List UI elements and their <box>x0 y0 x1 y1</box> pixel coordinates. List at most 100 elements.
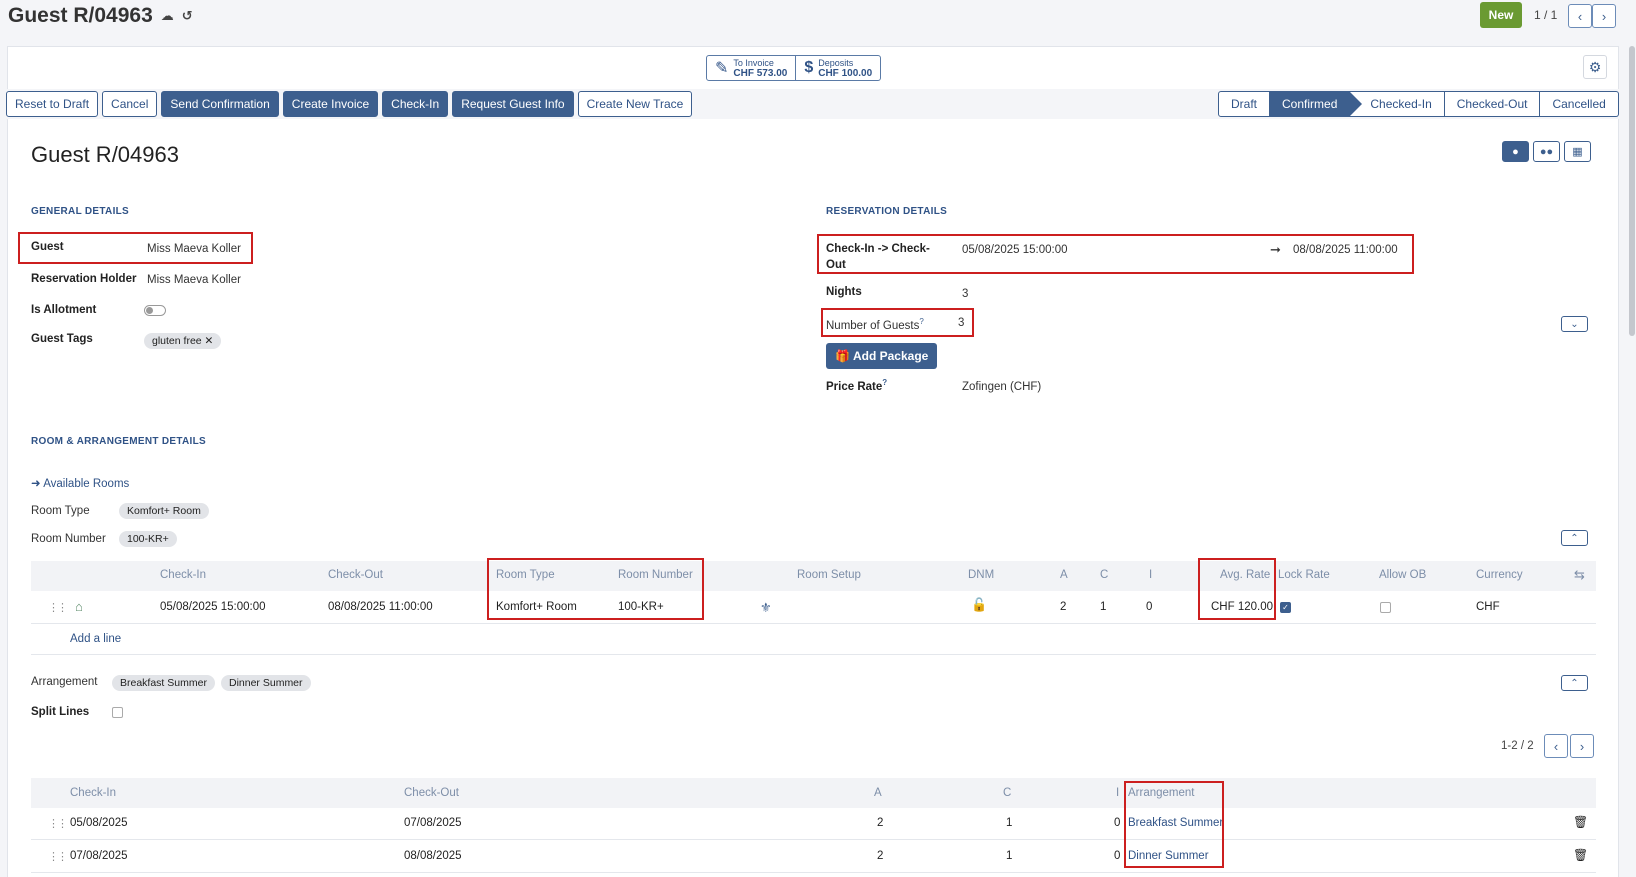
row-currency[interactable]: CHF <box>1476 601 1500 613</box>
arr-row1-i[interactable]: 0 <box>1114 817 1120 829</box>
status-checked-out[interactable]: Checked-Out <box>1444 91 1541 117</box>
drag-handle-icon[interactable]: ⋮⋮ <box>48 601 68 614</box>
nights-field[interactable]: 3 <box>962 288 968 300</box>
col-c[interactable]: C <box>1003 787 1011 799</box>
number-of-guests-label: Number of Guests? <box>826 317 924 332</box>
status-bar: Draft Confirmed Checked-In Checked-Out C… <box>1218 91 1619 117</box>
status-confirmed[interactable]: Confirmed <box>1270 91 1363 117</box>
arr-row1-c[interactable]: 1 <box>1006 817 1012 829</box>
reservation-holder-field[interactable]: Miss Maeva Koller <box>147 274 241 286</box>
col-dnm[interactable]: DNM <box>968 569 994 581</box>
reset-to-draft-button[interactable]: Reset to Draft <box>6 91 99 117</box>
row-check-out[interactable]: 08/08/2025 11:00:00 <box>328 601 433 613</box>
price-rate-label: Price Rate? <box>826 378 887 393</box>
room-setup-icon[interactable]: ⚜ <box>760 600 772 616</box>
settings-button[interactable]: ⚙ <box>1583 55 1607 79</box>
status-cancelled[interactable]: Cancelled <box>1540 91 1619 117</box>
lock-rate-checkbox[interactable]: ✓ <box>1280 602 1291 613</box>
row-c[interactable]: 1 <box>1100 601 1106 613</box>
to-invoice-button[interactable]: ✎ To Invoice CHF 573.00 <box>707 56 795 80</box>
arr-row2-check-out[interactable]: 08/08/2025 <box>404 850 462 862</box>
col-check-out[interactable]: Check-Out <box>404 787 459 799</box>
request-guest-info-button[interactable]: Request Guest Info <box>452 91 574 117</box>
expand-button[interactable]: ⌄ <box>1561 316 1588 332</box>
col-i[interactable]: I <box>1116 787 1119 799</box>
prev-page-button[interactable]: ‹ <box>1544 734 1568 758</box>
highlight-box <box>1124 781 1224 868</box>
allow-ob-checkbox[interactable] <box>1380 602 1391 613</box>
breadcrumb-title: Guest R/04963 ☁ ↺ <box>8 4 193 28</box>
arr-row1-a[interactable]: 2 <box>877 817 883 829</box>
trash-icon[interactable]: 🗑 <box>1573 848 1588 862</box>
highlight-box <box>487 558 704 620</box>
unlock-icon[interactable]: 🔓 <box>971 597 987 613</box>
col-currency[interactable]: Currency <box>1476 569 1523 581</box>
col-check-in[interactable]: Check-In <box>70 787 116 799</box>
available-rooms-link[interactable]: ➜ Available Rooms <box>31 476 129 490</box>
arr-row2-check-in[interactable]: 07/08/2025 <box>70 850 128 862</box>
price-rate-field[interactable]: Zofingen (CHF) <box>962 381 1041 393</box>
prev-record-button[interactable]: ‹ <box>1568 4 1592 28</box>
row-i[interactable]: 0 <box>1146 601 1152 613</box>
checkin-datetime-field[interactable]: 05/08/2025 15:00:00 <box>962 244 1068 256</box>
discard-icon[interactable]: ↺ <box>182 8 193 24</box>
arr-row1-check-out[interactable]: 07/08/2025 <box>404 817 462 829</box>
drag-handle-icon[interactable]: ⋮⋮ <box>48 817 68 830</box>
col-i[interactable]: I <box>1149 569 1152 581</box>
arr-row2-c[interactable]: 1 <box>1006 850 1012 862</box>
close-icon[interactable]: ✕ <box>205 335 214 347</box>
room-number-tag: 100-KR+ <box>119 531 177 547</box>
calendar-view-button[interactable]: ▦ <box>1564 141 1591 162</box>
drag-handle-icon[interactable]: ⋮⋮ <box>48 850 68 863</box>
deposits-label: Deposits <box>818 57 854 68</box>
arr-row2-i[interactable]: 0 <box>1114 850 1120 862</box>
col-allow-ob[interactable]: Allow OB <box>1379 569 1426 581</box>
scrollbar[interactable] <box>1629 46 1635 336</box>
col-a[interactable]: A <box>1060 569 1068 581</box>
is-allotment-toggle[interactable] <box>144 305 166 316</box>
new-button[interactable]: New <box>1480 2 1522 28</box>
divider <box>31 654 1596 655</box>
col-c[interactable]: C <box>1100 569 1108 581</box>
create-invoice-button[interactable]: Create Invoice <box>282 91 379 117</box>
cancel-button[interactable]: Cancel <box>102 91 158 117</box>
next-page-button[interactable]: › <box>1570 734 1594 758</box>
check-in-button[interactable]: Check-In <box>382 91 449 117</box>
add-package-button[interactable]: 🎁 Add Package <box>826 343 938 369</box>
group-view-button[interactable]: ●● <box>1533 141 1560 162</box>
cloud-upload-icon[interactable]: ☁ <box>161 8 174 24</box>
dollar-icon: $ <box>804 59 814 76</box>
nights-label: Nights <box>826 286 862 298</box>
create-new-trace-button[interactable]: Create New Trace <box>577 91 693 117</box>
col-room-setup[interactable]: Room Setup <box>797 569 861 581</box>
status-draft[interactable]: Draft <box>1218 91 1271 117</box>
help-icon[interactable]: ? <box>919 317 923 326</box>
reservation-details-header: RESERVATION DETAILS <box>826 206 948 217</box>
trash-icon[interactable]: 🗑 <box>1573 815 1588 829</box>
guest-tag: gluten free ✕ <box>144 333 222 349</box>
row-a[interactable]: 2 <box>1060 601 1066 613</box>
split-lines-checkbox[interactable] <box>112 707 123 718</box>
checkout-datetime-field[interactable]: 08/08/2025 11:00:00 <box>1293 244 1398 256</box>
status-checked-in[interactable]: Checked-In <box>1350 91 1445 117</box>
deposits-amount: CHF 100.00 <box>818 67 873 79</box>
col-check-out[interactable]: Check-Out <box>328 569 383 581</box>
help-icon[interactable]: ? <box>882 378 887 387</box>
add-line-link[interactable]: Add a line <box>70 633 121 645</box>
next-record-button[interactable]: › <box>1592 4 1616 28</box>
collapse-button[interactable]: ⌃ <box>1561 530 1588 546</box>
number-of-guests-field[interactable]: 3 <box>958 317 964 329</box>
deposits-button[interactable]: $ Deposits CHF 100.00 <box>795 56 880 80</box>
col-a[interactable]: A <box>874 787 882 799</box>
collapse-button[interactable]: ⌃ <box>1561 675 1588 691</box>
row-check-in[interactable]: 05/08/2025 15:00:00 <box>160 601 266 613</box>
arr-row1-check-in[interactable]: 05/08/2025 <box>70 817 128 829</box>
send-confirmation-button[interactable]: Send Confirmation <box>161 91 279 117</box>
page-title: Guest R/04963 <box>31 142 179 167</box>
col-lock-rate[interactable]: Lock Rate <box>1278 569 1330 581</box>
arr-row2-a[interactable]: 2 <box>877 850 883 862</box>
table-row[interactable] <box>31 592 1596 624</box>
col-check-in[interactable]: Check-In <box>160 569 206 581</box>
person-view-button[interactable]: ● <box>1502 141 1529 162</box>
column-settings-icon[interactable]: ⇆ <box>1574 567 1585 583</box>
